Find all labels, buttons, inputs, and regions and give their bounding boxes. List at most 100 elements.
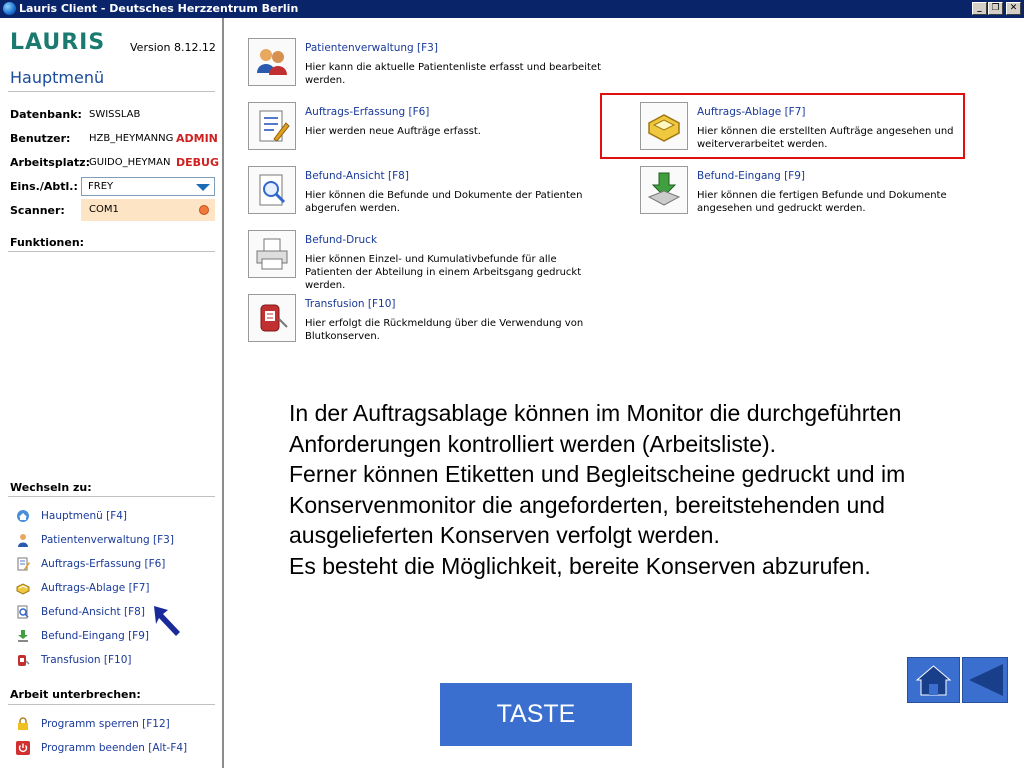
nav-label: Programm sperren [F12] — [41, 718, 170, 730]
download-icon[interactable] — [640, 166, 688, 214]
edit-document-icon — [16, 557, 30, 571]
scanner-label: Scanner: — [10, 204, 65, 217]
close-button[interactable]: ✕ — [1006, 2, 1021, 15]
scanner-status-icon — [199, 205, 209, 215]
info-line: Anforderungen kontrolliert werden (Arbei… — [289, 430, 777, 457]
nav-label: Befund-Eingang [F9] — [41, 630, 149, 642]
divider — [8, 91, 215, 92]
blood-bag-icon — [16, 653, 30, 667]
entry-title[interactable]: Auftrags-Ablage [F7] — [697, 106, 806, 118]
blood-bag-icon[interactable] — [248, 294, 296, 342]
info-line: Konservenmonitor die angeforderten, bere… — [289, 491, 885, 518]
datenbank-value: SWISSLAB — [89, 109, 141, 120]
funktionen-label: Funktionen: — [10, 236, 85, 249]
entry-title[interactable]: Befund-Ansicht [F8] — [305, 170, 409, 182]
minimize-button[interactable]: _ — [972, 2, 987, 15]
scanner-value: COM1 — [89, 204, 119, 215]
home-icon — [16, 509, 30, 523]
printer-icon[interactable] — [248, 230, 296, 278]
nav-label: Auftrags-Erfassung [F6] — [41, 558, 166, 570]
einsatz-value: FREY — [88, 181, 114, 192]
nav-patientenverwaltung[interactable]: Patientenverwaltung [F3] — [16, 532, 174, 548]
lauris-logo: LAURIS — [10, 30, 106, 55]
menu-entry-patientenverwaltung[interactable]: Patientenverwaltung [F3] Hier kann die a… — [248, 38, 601, 90]
nav-programm-beenden[interactable]: Programm beenden [Alt-F4] — [16, 740, 187, 756]
entry-title[interactable]: Transfusion [F10] — [305, 298, 396, 310]
back-arrow-icon — [969, 664, 1003, 696]
pointer-arrow-icon — [154, 606, 180, 636]
divider — [8, 704, 215, 705]
sidebar-heading: Hauptmenü — [10, 68, 105, 87]
edit-document-icon[interactable] — [248, 102, 296, 150]
nav-auftrags-erfassung[interactable]: Auftrags-Erfassung [F6] — [16, 556, 165, 572]
entry-title[interactable]: Auftrags-Erfassung [F6] — [305, 106, 429, 118]
menu-entry-transfusion[interactable]: Transfusion [F10] Hier erfolgt die Rückm… — [248, 294, 588, 346]
window-title: Lauris Client - Deutsches Herzzentrum Be… — [19, 2, 299, 15]
nav-auftrags-ablage[interactable]: Auftrags-Ablage [F7] — [16, 580, 150, 596]
info-line: Es besteht die Möglichkeit, bereite Kons… — [289, 552, 871, 579]
menu-entry-befund-eingang[interactable]: Befund-Eingang [F9] Hier können die fert… — [640, 166, 1000, 218]
entry-description: Hier kann die aktuelle Patientenliste er… — [305, 62, 601, 86]
person-icon — [16, 533, 30, 547]
einsatz-dropdown[interactable]: FREY — [81, 177, 215, 196]
nav-transfusion[interactable]: Transfusion [F10] — [16, 652, 132, 668]
nav-befund-ansicht[interactable]: Befund-Ansicht [F8] — [16, 604, 145, 620]
nav-label: Transfusion [F10] — [41, 654, 132, 666]
info-line: ausgelieferten Konserven verfolgt werden… — [289, 522, 720, 549]
nav-hauptmenu[interactable]: Hauptmenü [F4] — [16, 508, 127, 524]
menu-entry-befund-druck[interactable]: Befund-Druck Hier können Einzel- und Kum… — [248, 230, 598, 291]
entry-title[interactable]: Befund-Druck — [305, 234, 377, 246]
arbeitsplatz-label: Arbeitsplatz: — [10, 156, 90, 169]
divider — [8, 251, 215, 252]
debug-badge: DEBUG — [176, 156, 219, 169]
info-line: Ferner können Etiketten und Begleitschei… — [289, 461, 906, 488]
taste-button[interactable]: TASTE — [440, 683, 632, 746]
nav-label: Patientenverwaltung [F3] — [41, 534, 174, 546]
version-label: Version 8.12.12 — [130, 41, 216, 54]
sidebar: LAURIS Version 8.12.12 Hauptmenü Datenba… — [0, 18, 224, 768]
title-bar: Lauris Client - Deutsches Herzzentrum Be… — [0, 0, 1024, 18]
wechseln-label: Wechseln zu: — [10, 481, 92, 494]
back-button[interactable] — [962, 657, 1008, 703]
benutzer-value: HZB_HEYMANNG — [89, 133, 173, 144]
info-text: In der Auftragsablage können im Monitor … — [289, 398, 1009, 582]
benutzer-label: Benutzer: — [10, 132, 71, 145]
unterbrechen-label: Arbeit unterbrechen: — [10, 688, 141, 701]
magnifier-icon — [16, 605, 30, 619]
nav-label: Befund-Ansicht [F8] — [41, 606, 145, 618]
nav-label: Programm beenden [Alt-F4] — [41, 742, 188, 754]
magnifier-icon[interactable] — [248, 166, 296, 214]
entry-title[interactable]: Patientenverwaltung [F3] — [305, 42, 438, 54]
entry-description: Hier erfolgt die Rückmeldung über die Ve… — [305, 318, 584, 342]
menu-entry-auftrags-ablage[interactable]: Auftrags-Ablage [F7] Hier können die ers… — [640, 102, 990, 154]
nav-befund-eingang[interactable]: Befund-Eingang [F9] — [16, 628, 149, 644]
home-icon — [915, 665, 952, 696]
nav-programm-sperren[interactable]: Programm sperren [F12] — [16, 716, 170, 732]
admin-badge: ADMIN — [176, 132, 218, 145]
tray-icon[interactable] — [640, 102, 688, 150]
chevron-down-icon[interactable] — [196, 184, 210, 191]
entry-title[interactable]: Befund-Eingang [F9] — [697, 170, 805, 182]
arbeitsplatz-value: GUIDO_HEYMAN — [89, 157, 171, 168]
info-line: In der Auftragsablage können im Monitor … — [289, 400, 902, 426]
entry-description: Hier können die erstellten Aufträge ange… — [697, 126, 954, 150]
entry-description: Hier werden neue Aufträge erfasst. — [305, 126, 481, 137]
nav-label: Auftrags-Ablage [F7] — [41, 582, 150, 594]
divider — [8, 496, 215, 497]
menu-entry-auftrags-erfassung[interactable]: Auftrags-Erfassung [F6] Hier werden neue… — [248, 102, 588, 154]
download-icon — [16, 629, 30, 643]
lock-icon — [16, 717, 30, 731]
power-icon — [16, 741, 30, 755]
app-globe-icon — [3, 2, 16, 15]
entry-description: Hier können die fertigen Befunde und Dok… — [697, 190, 947, 214]
maximize-button[interactable]: ❐ — [988, 2, 1003, 15]
entry-description: Hier können die Befunde und Dokumente de… — [305, 190, 583, 214]
patients-icon[interactable] — [248, 38, 296, 86]
tray-icon — [16, 581, 30, 595]
home-button[interactable] — [907, 657, 960, 703]
datenbank-label: Datenbank: — [10, 108, 82, 121]
window-controls: _ ❐ ✕ — [971, 2, 1021, 15]
einsatz-label: Eins./Abtl.: — [10, 180, 78, 193]
menu-entry-befund-ansicht[interactable]: Befund-Ansicht [F8] Hier können die Befu… — [248, 166, 588, 218]
scanner-field[interactable]: COM1 — [81, 199, 215, 221]
